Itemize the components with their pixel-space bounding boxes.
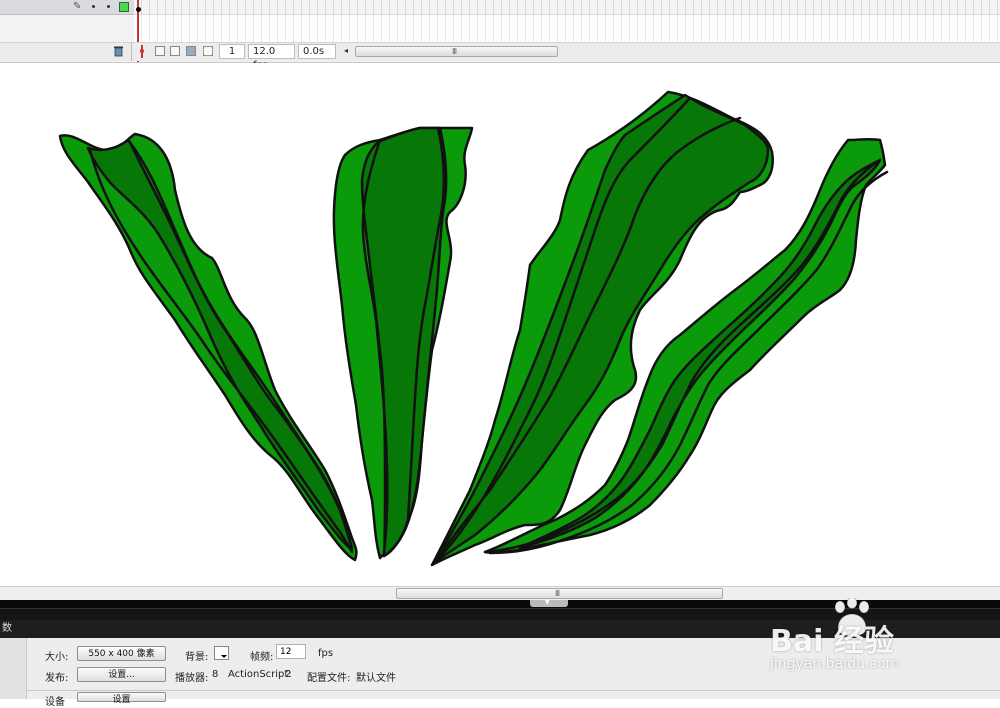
player-value: 8 [212, 669, 219, 680]
device-settings-button[interactable]: 设置 [77, 692, 166, 705]
player-label: 播放器: [175, 673, 209, 684]
pencil-icon: ✎ [73, 1, 82, 12]
properties-sidebar [0, 638, 27, 699]
fps-field[interactable]: 12.0 fps [248, 44, 295, 71]
background-color-swatch[interactable] [214, 646, 229, 660]
collapse-panel-icon[interactable]: ▼ [530, 600, 568, 607]
timeline-toolbar: 1 12.0 fps 0.0s ◂ III [0, 42, 1000, 71]
profile-label: 配置文件: [307, 673, 351, 684]
leaves-artwork [58, 90, 889, 567]
onion-skin-outlines-icon[interactable] [170, 46, 180, 56]
watermark-logo: Bai 经验 [770, 624, 894, 659]
publish-settings-button[interactable]: 设置... [77, 667, 166, 682]
scroll-grip: III [555, 589, 560, 598]
panel-title: 数 [2, 623, 12, 634]
profile-value: 默认文件 [356, 673, 396, 684]
fps-unit: fps [318, 648, 334, 659]
center-frame-icon[interactable] [138, 45, 146, 58]
panel-separator [26, 690, 1000, 691]
keyframe-icon [136, 7, 141, 12]
lock-dot-icon[interactable] [107, 5, 110, 8]
baidu-watermark: Bai 经验 jingyan.baidu.com [770, 598, 985, 678]
publish-label: 发布: [45, 673, 69, 684]
scroll-left-icon[interactable]: ◂ [344, 46, 348, 55]
document-size-button[interactable]: 550 x 400 像素 [77, 646, 166, 661]
watermark-url: jingyan.baidu.com [770, 656, 900, 672]
layer-row[interactable]: ✎ [0, 0, 134, 15]
device-label: 设备 [45, 697, 65, 708]
edit-multiple-frames-icon[interactable] [186, 46, 196, 56]
layer-outline-color-icon[interactable] [119, 2, 129, 12]
actionscript-value: 2 [285, 669, 292, 680]
frame-grid[interactable] [134, 0, 1000, 42]
framerate-label: 帧频: [250, 652, 274, 663]
timeline-scrollbar[interactable]: III [355, 46, 558, 57]
visibility-dot-icon[interactable] [92, 5, 95, 8]
elapsed-time-field: 0.0s [298, 44, 336, 59]
onion-skin-icon[interactable] [155, 46, 165, 56]
timeline-panel: ✎ 1 12.0 fps 0.0s ◂ III [0, 0, 1000, 71]
stage-scrollbar[interactable]: III [396, 588, 723, 599]
frame-row[interactable] [134, 0, 1000, 15]
framerate-input[interactable]: 12 [276, 644, 306, 659]
background-label: 背景: [185, 652, 209, 663]
stage-canvas[interactable] [0, 63, 1000, 586]
scroll-grip: III [452, 47, 457, 56]
actionscript-label: ActionScript: [228, 669, 292, 680]
trash-icon[interactable] [113, 45, 124, 57]
current-frame-field[interactable]: 1 [219, 44, 245, 59]
modify-onion-markers-icon[interactable] [203, 46, 213, 56]
size-label: 大小: [45, 652, 69, 663]
